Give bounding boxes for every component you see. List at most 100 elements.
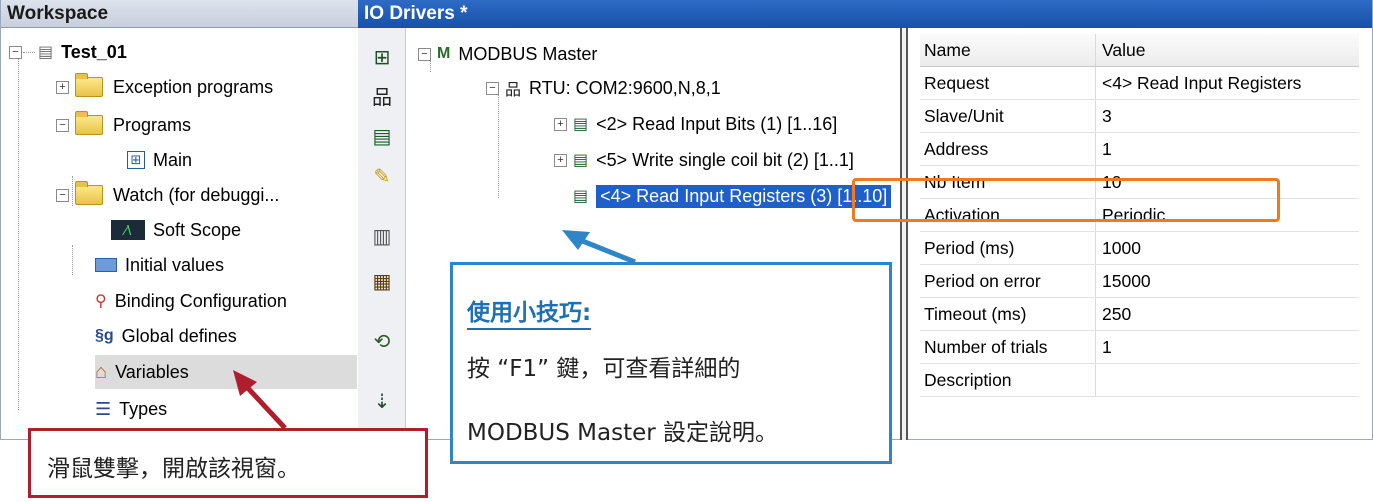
- expand-icon[interactable]: +: [56, 80, 69, 94]
- folder-icon: [75, 111, 103, 135]
- tree-item-label: Main: [153, 149, 193, 170]
- property-name: Period (ms): [920, 232, 1096, 264]
- project-icon: ▤: [38, 44, 54, 61]
- tree-item-global-defines[interactable]: §g Global defines: [95, 319, 237, 353]
- property-row[interactable]: Number of trials 1: [920, 331, 1359, 364]
- property-row[interactable]: Description: [920, 364, 1359, 397]
- folder-icon: [75, 181, 103, 205]
- types-icon: ☰: [95, 398, 112, 419]
- property-name: Period on error: [920, 265, 1096, 297]
- property-row[interactable]: Period (ms) 1000: [920, 232, 1359, 265]
- tree-item-programs[interactable]: − Programs: [56, 108, 191, 142]
- property-value[interactable]: <4> Read Input Registers: [1096, 67, 1301, 99]
- link-icon[interactable]: ⟲: [368, 328, 396, 356]
- column-header-name: Name: [920, 34, 1096, 66]
- property-name: Timeout (ms): [920, 298, 1096, 330]
- column-header-value: Value: [1102, 39, 1146, 60]
- tree-item-label: Types: [119, 398, 168, 419]
- tree-item-write-single-coil[interactable]: + ▤ <5> Write single coil bit (2) [1..1]: [554, 144, 854, 176]
- tip-callout: 使用小技巧: 按 “F1” 鍵，可查看詳細的 MODBUS Master 設定說…: [450, 262, 892, 464]
- tree-item-label: Binding Configuration: [114, 290, 287, 311]
- tree-item-read-input-registers[interactable]: ▤ <4> Read Input Registers (3) [1..10]: [573, 180, 892, 212]
- tree-icon[interactable]: ⊞: [368, 44, 396, 72]
- table-icon[interactable]: ▥: [368, 223, 396, 251]
- tree-guide-line: [72, 245, 73, 275]
- property-name: Description: [920, 364, 1096, 396]
- collapse-icon[interactable]: −: [486, 81, 499, 95]
- workspace-panel: Workspace − ▤ Test_01 + Exception progra…: [0, 0, 358, 440]
- add-item-icon[interactable]: ▤: [368, 123, 396, 151]
- binding-icon: ⚲: [95, 293, 107, 310]
- project-label: Test_01: [61, 41, 127, 62]
- property-value[interactable]: 1: [1096, 133, 1112, 165]
- table-edit-icon[interactable]: ▦: [368, 268, 396, 296]
- property-row[interactable]: Slave/Unit 3: [920, 100, 1359, 133]
- tree-guide-line: [498, 90, 499, 198]
- request-icon: ▤: [573, 188, 589, 205]
- tree-item-exception-programs[interactable]: + Exception programs: [56, 70, 273, 104]
- collapse-icon[interactable]: −: [9, 45, 22, 59]
- tree-item-soft-scope[interactable]: ⁄\ Soft Scope: [111, 213, 241, 247]
- property-name: Slave/Unit: [920, 100, 1096, 132]
- insert-icon[interactable]: ✎: [368, 163, 396, 191]
- request-icon: ▤: [573, 152, 589, 169]
- property-name: Address: [920, 133, 1096, 165]
- property-row[interactable]: Request <4> Read Input Registers: [920, 67, 1359, 100]
- property-value[interactable]: 1000: [1096, 232, 1141, 264]
- hint-callout: 滑鼠雙擊，開啟該視窗。: [28, 428, 428, 498]
- property-value[interactable]: 15000: [1096, 265, 1151, 297]
- tree-item-main[interactable]: ⊞ Main: [127, 143, 192, 177]
- io-drivers-title: IO Drivers *: [358, 0, 1372, 28]
- folder-icon: [75, 73, 103, 97]
- property-row[interactable]: Period on error 15000: [920, 265, 1359, 298]
- tree-item-label: Soft Scope: [153, 219, 242, 240]
- variables-icon: ⌂: [95, 360, 108, 383]
- property-grid-header: Name Value: [920, 34, 1359, 67]
- property-value[interactable]: [1096, 364, 1102, 396]
- tree-item-label-selected: <4> Read Input Registers (3) [1..10]: [596, 184, 892, 208]
- workspace-title: Workspace: [1, 0, 358, 28]
- tip-line: MODBUS Master 設定說明。: [467, 420, 779, 446]
- expand-icon[interactable]: +: [554, 117, 567, 131]
- collapse-icon[interactable]: −: [56, 118, 69, 132]
- tree-item-watch[interactable]: − Watch (for debuggi...: [56, 178, 279, 212]
- table-icon: [95, 258, 117, 272]
- property-value[interactable]: 250: [1096, 298, 1131, 330]
- tree-guide-line: [18, 58, 19, 410]
- tree-item-label: RTU: COM2:9600,N,8,1: [529, 77, 721, 98]
- collapse-icon[interactable]: −: [56, 188, 69, 202]
- tree-item-read-input-bits[interactable]: + ▤ <2> Read Input Bits (1) [1..16]: [554, 108, 837, 140]
- property-name: Request: [920, 67, 1096, 99]
- expand-icon[interactable]: +: [554, 153, 567, 167]
- tree-item-label: Watch (for debuggi...: [113, 184, 280, 205]
- io-toolbar: ⊞ 品 ▤ ✎ ▥ ▦ ⟲ ⇣: [358, 28, 406, 440]
- tree-item-binding-configuration[interactable]: ⚲ Binding Configuration: [95, 284, 287, 318]
- tip-line: 按 “F1” 鍵，可查看詳細的: [467, 356, 741, 382]
- panel-splitter[interactable]: [900, 28, 908, 440]
- tree-connector: [23, 52, 35, 53]
- property-row[interactable]: Timeout (ms) 250: [920, 298, 1359, 331]
- property-value[interactable]: 1: [1096, 331, 1112, 363]
- tree-item-initial-values[interactable]: Initial values: [95, 248, 224, 282]
- tree-item-types[interactable]: ☰ Types: [95, 392, 167, 426]
- selected-item-highlight: [852, 178, 1280, 222]
- tree-item-label: Initial values: [125, 254, 225, 275]
- tree-item-modbus-master[interactable]: − M MODBUS Master: [418, 38, 597, 70]
- property-value[interactable]: 3: [1096, 100, 1112, 132]
- collapse-icon[interactable]: −: [418, 47, 431, 61]
- tree-item-label: Variables: [115, 361, 189, 382]
- tree-item-label: <5> Write single coil bit (2) [1..1]: [596, 149, 854, 170]
- tree-item-variables[interactable]: ⌂ Variables: [95, 355, 357, 389]
- defines-icon: §g: [95, 327, 114, 344]
- network-icon[interactable]: 品: [368, 84, 396, 112]
- network-icon: 品: [505, 82, 522, 99]
- scope-icon: ⁄\: [111, 220, 145, 240]
- tree-item-root[interactable]: − ▤ Test_01: [9, 35, 127, 69]
- move-down-icon[interactable]: ⇣: [368, 388, 396, 416]
- tree-item-label: Programs: [113, 114, 192, 135]
- tree-item-rtu-port[interactable]: − 品 RTU: COM2:9600,N,8,1: [486, 72, 721, 104]
- property-name: Number of trials: [920, 331, 1096, 363]
- property-row[interactable]: Address 1: [920, 133, 1359, 166]
- program-icon: ⊞: [127, 151, 145, 169]
- tree-item-label: Global defines: [121, 325, 237, 346]
